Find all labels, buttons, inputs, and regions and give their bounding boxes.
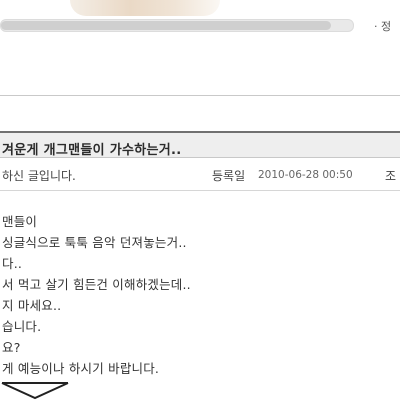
post-title: 겨운게 개그맨들이 가수하는거.. — [2, 143, 182, 158]
post-body-line: 지 마세요.. — [2, 298, 62, 313]
post-body-line: 서 먹고 살기 힘든건 이해하겠는데.. — [2, 277, 191, 292]
post-date: 2010-06-28 00:50 — [258, 169, 353, 181]
envelope-icon[interactable] — [0, 382, 70, 400]
post-body-line: 맨들이 — [2, 214, 38, 229]
post-title-bar: 겨운게 개그맨들이 가수하는거.. — [0, 131, 400, 158]
post-body-line: 습니다. — [2, 319, 42, 334]
scrollbar-thumb[interactable] — [1, 21, 331, 30]
post-meta-row: 하신 글입니다. 등록일 2010-06-28 00:50 조 — [0, 160, 400, 191]
post-body: 맨들이 싱글식으로 툭툭 음악 던져놓는거.. 다.. 서 먹고 살기 힘든건 … — [2, 211, 400, 379]
post-body-line: 다.. — [2, 256, 23, 271]
views-label: 조 — [385, 169, 397, 183]
section-divider — [0, 95, 400, 96]
top-right-link[interactable]: · 정 — [374, 18, 391, 34]
post-body-line: 요? — [2, 340, 21, 355]
post-body-line: 게 예능이나 하시기 바랍니다. — [2, 361, 160, 376]
horizontal-scrollbar[interactable] — [0, 19, 354, 32]
post-author: 하신 글입니다. — [2, 169, 76, 183]
date-label: 등록일 — [212, 169, 246, 183]
post-body-line: 싱글식으로 툭툭 음악 던져놓는거.. — [2, 235, 187, 250]
post-image-fragment — [70, 0, 220, 16]
